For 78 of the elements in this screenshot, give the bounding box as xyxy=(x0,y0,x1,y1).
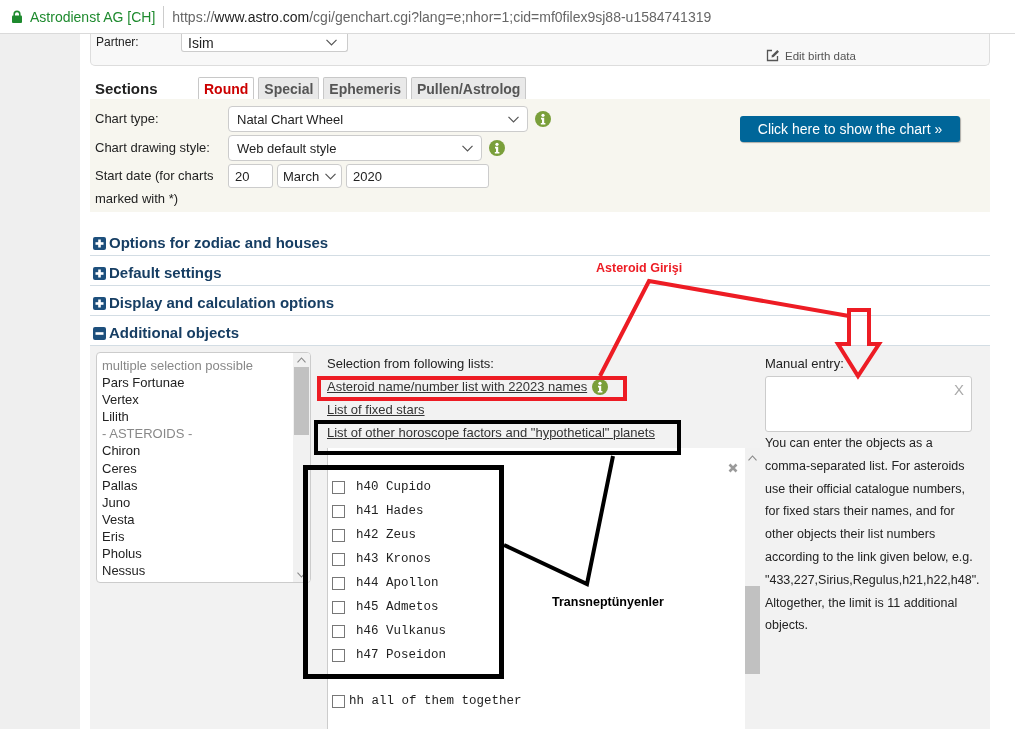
list-option[interactable]: Vesta xyxy=(102,510,293,528)
partner-label: Partner: xyxy=(96,34,140,50)
edit-birth-data-link[interactable]: Edit birth data xyxy=(766,34,989,62)
list-option[interactable]: Chiron xyxy=(102,442,293,460)
lock-icon xyxy=(12,10,22,23)
checkbox[interactable] xyxy=(332,600,345,614)
list-option[interactable]: Ceres xyxy=(102,459,293,477)
list-link[interactable]: List of other horoscope factors and "hypothetical" planets xyxy=(327,421,655,444)
list-option[interactable]: Nessus xyxy=(102,562,293,580)
info-icon[interactable] xyxy=(592,378,609,395)
list-group-label: multiple selection possible xyxy=(102,357,255,375)
info-icon[interactable] xyxy=(535,111,551,127)
list-option[interactable]: Juno xyxy=(102,493,293,511)
checkbox[interactable] xyxy=(332,480,345,494)
section-tab[interactable]: Ephemeris xyxy=(323,77,407,99)
list-option[interactable]: Vertex xyxy=(102,391,293,409)
caret-icon xyxy=(462,144,473,152)
section-tab[interactable]: Pullen/Astrolog xyxy=(410,77,527,99)
list-link[interactable]: Asteroid name/number list with 22023 names xyxy=(327,375,588,398)
field-label: Start date (for charts marked with *) xyxy=(95,167,215,208)
site-identity[interactable]: Astrodienst AG [CH] xyxy=(30,8,156,25)
list-option[interactable]: Pallas xyxy=(102,476,293,494)
edit-icon xyxy=(766,49,780,62)
lists-heading: Selection from following lists: xyxy=(327,355,494,373)
checkbox[interactable] xyxy=(332,504,345,518)
manual-entry-label: Manual entry: xyxy=(765,355,844,373)
caret-icon xyxy=(508,115,519,123)
section-toggle[interactable]: Additional objects xyxy=(90,324,239,345)
planet-label: h46 Vulkanus xyxy=(356,624,446,638)
section-toggle[interactable]: Display and calculation options xyxy=(90,294,335,315)
list-option[interactable]: Eris xyxy=(102,527,293,546)
section-tab[interactable]: Round xyxy=(198,77,255,99)
list-option[interactable]: Lilith xyxy=(102,408,293,426)
dropdown-select[interactable]: Web default style xyxy=(228,135,482,161)
year-field[interactable]: 2020 xyxy=(346,164,489,188)
scroll-down-icon[interactable] xyxy=(297,572,306,578)
field-label: Chart type: xyxy=(95,110,160,128)
object-listbox[interactable]: multiple selection possible Pars Fortunae Vertex Lilith - ASTEROIDS - Chiron Ceres Pallas Juno Vesta Eris Pholus Nessus xyxy=(96,352,311,583)
checkbox[interactable] xyxy=(332,528,345,542)
checkbox[interactable] xyxy=(332,552,345,566)
planet-label: h41 Hades xyxy=(356,504,424,518)
list-group-label: - ASTEROIDS - xyxy=(102,425,194,443)
section-toggle[interactable]: Default settings xyxy=(90,264,222,285)
checkbox[interactable] xyxy=(332,624,345,638)
scrollbar-thumb[interactable] xyxy=(745,586,760,674)
field-label: Chart drawing style: xyxy=(95,139,211,157)
planet-label: h44 Apollon xyxy=(356,576,439,590)
planet-label: h42 Zeus xyxy=(356,528,416,542)
day-field[interactable]: 20 xyxy=(228,164,273,188)
scroll-up-icon[interactable] xyxy=(297,357,306,363)
close-icon[interactable] xyxy=(728,463,738,473)
planet-label: h40 Cupido xyxy=(356,480,431,494)
partner-select[interactable]: Isim xyxy=(181,34,348,52)
caret-icon xyxy=(325,172,336,180)
caret-icon xyxy=(326,39,337,46)
dropdown-select[interactable]: Natal Chart Wheel xyxy=(228,106,528,132)
planet-label: h47 Poseidon xyxy=(356,648,446,662)
annotation-label: Asteroid Girişi xyxy=(596,261,683,276)
list-option[interactable]: Pars Fortunae xyxy=(102,374,293,392)
list-option[interactable]: Pholus xyxy=(102,545,293,563)
annotation-label: Transneptünyenler xyxy=(552,595,664,610)
url-text[interactable]: https://www.astro.com/cgi/genchart.cgi?lang=e;nhor=1;cid=mf0filex9sj88-u1584741319 xyxy=(172,8,712,25)
show-chart-button[interactable]: Click here to show the chart » xyxy=(740,116,960,142)
sections-label: Sections xyxy=(94,79,159,97)
info-icon[interactable] xyxy=(489,140,505,156)
scroll-up-icon[interactable] xyxy=(748,455,757,461)
planet-label: h45 Admetos xyxy=(356,600,439,614)
help-text: You can enter the objects as a comma-separated list. For asteroids use their official catalogue numbers, for fixed stars their names, and for other objects their list numbers according to the link given below, e.g. "433,227,Sirius,Regulus,h21,h22,h48". Altogether, the limit is 11 additional objects. xyxy=(765,435,978,635)
checkbox[interactable] xyxy=(332,694,345,708)
checkbox[interactable] xyxy=(332,648,345,662)
section-tab[interactable]: Special xyxy=(258,77,320,99)
planet-label: h43 Kronos xyxy=(356,552,431,566)
scrollbar-thumb[interactable] xyxy=(294,367,309,435)
month-select[interactable]: March xyxy=(277,164,342,188)
list-link[interactable]: List of fixed stars xyxy=(327,398,425,421)
section-toggle[interactable]: Options for zodiac and houses xyxy=(90,234,329,255)
planet-label: hh all of them together xyxy=(349,694,522,708)
checkbox[interactable] xyxy=(332,576,345,590)
